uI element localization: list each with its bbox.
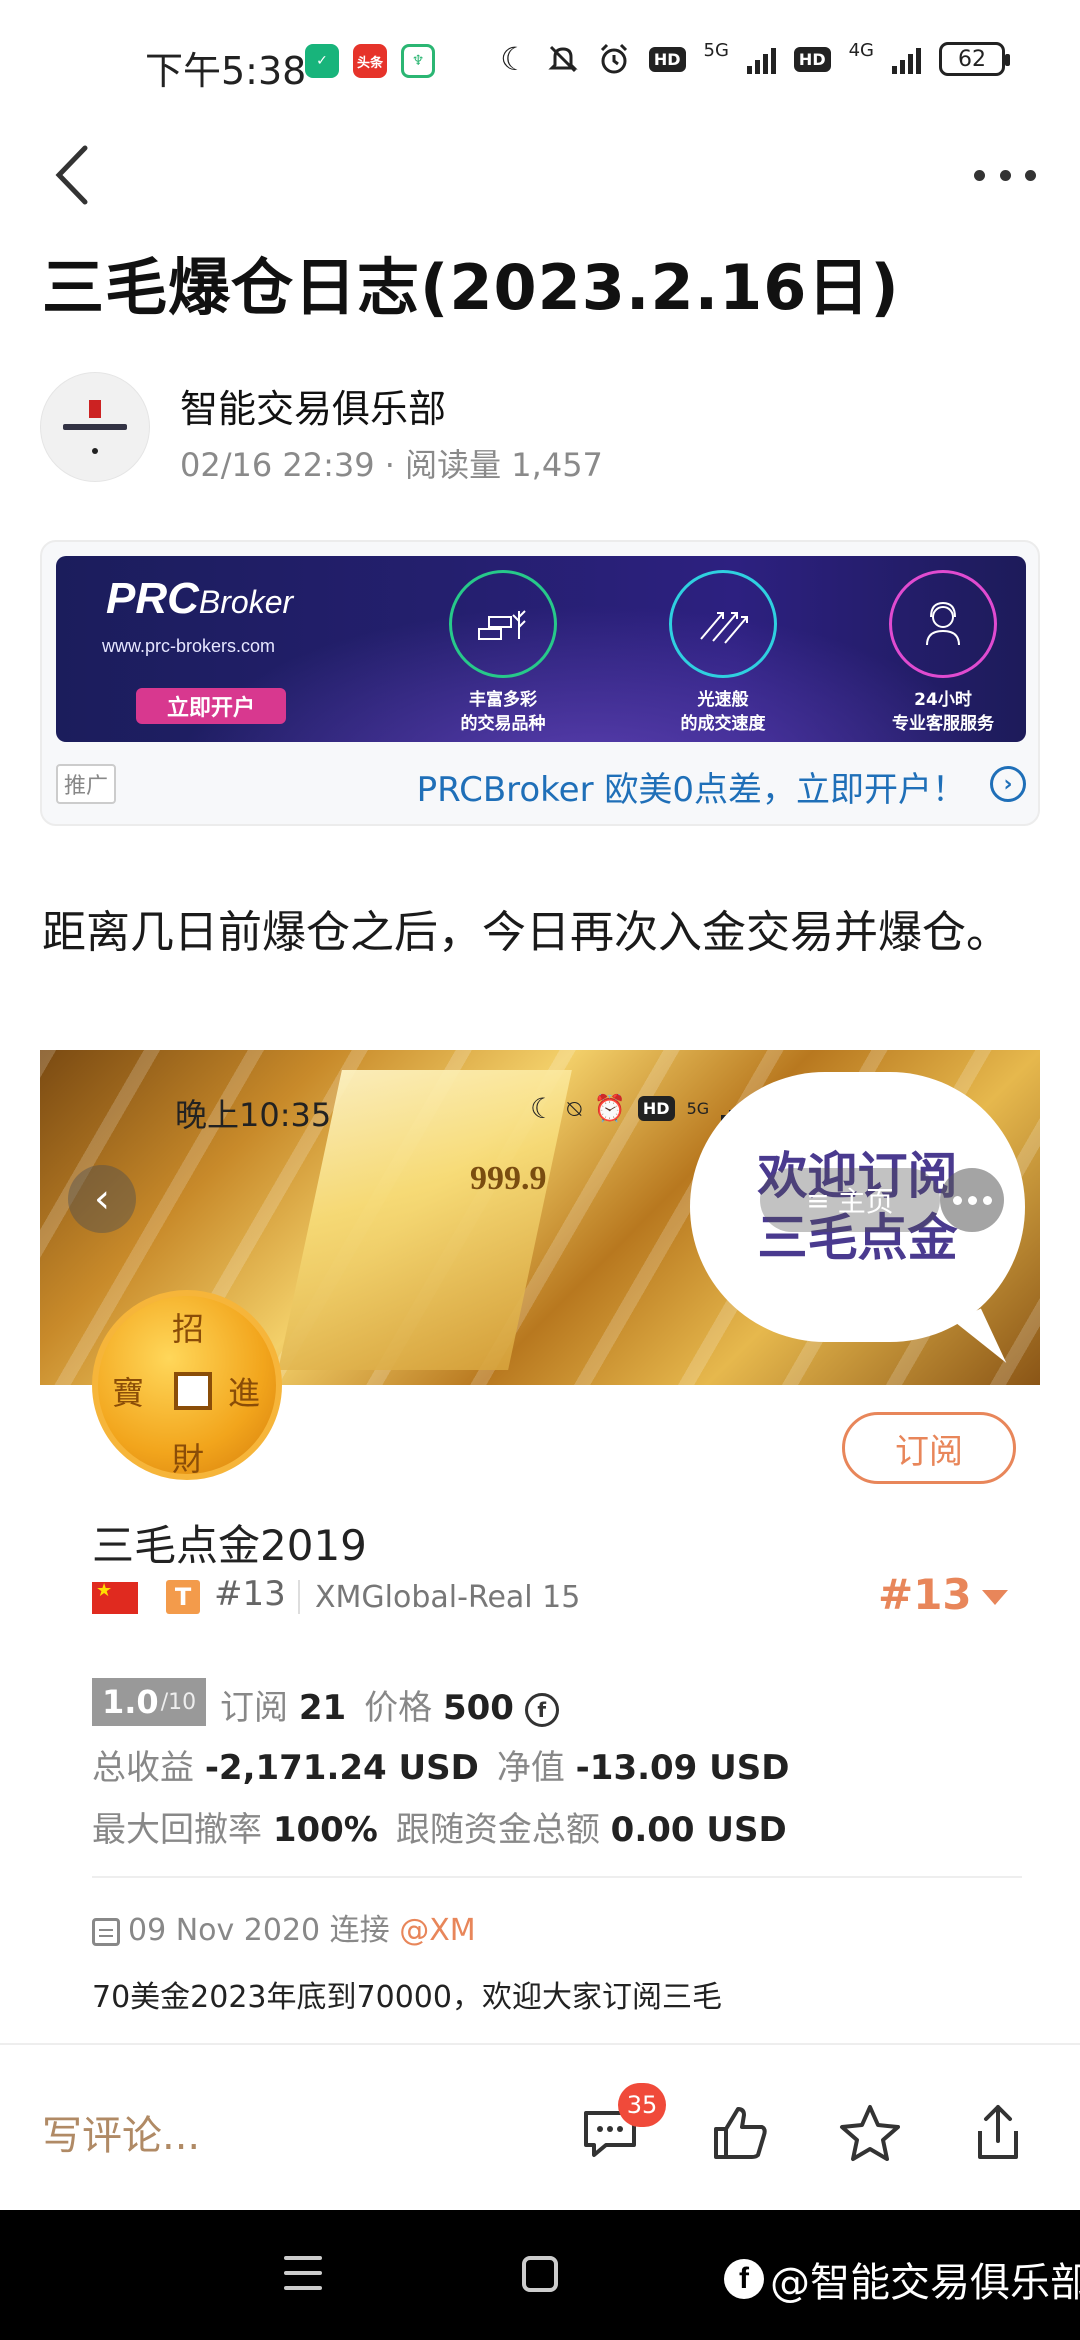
- moon-icon: ☾: [500, 40, 529, 78]
- rank-label: #13: [214, 1574, 286, 1614]
- support-agent-icon: [889, 570, 997, 678]
- back-arrow-icon[interactable]: [45, 140, 105, 210]
- home-pill: ≡ 主页: [760, 1168, 940, 1232]
- recent-apps-icon[interactable]: [284, 2256, 322, 2290]
- net-4g-label: 4G: [848, 40, 874, 61]
- lucky-coin-avatar: 招 進 財 寶: [92, 1290, 282, 1480]
- ad-open-account-button[interactable]: 立即开户: [136, 688, 286, 724]
- rank-dropdown: #13: [878, 1570, 1008, 1619]
- signal-name: 三毛点金2019: [92, 1521, 367, 1570]
- article-title: 三毛爆仓日志(2023.2.16日): [42, 251, 900, 324]
- author-name[interactable]: 智能交易俱乐部: [180, 378, 446, 433]
- more-dots-icon: [940, 1168, 1004, 1232]
- facebook-icon: f: [724, 2259, 764, 2299]
- toutiao-app-icon: 头条: [353, 44, 387, 78]
- moon-icon: ☾: [530, 1092, 556, 1125]
- bell-off-icon: ⍉: [567, 1094, 582, 1123]
- drawdown-row: 最大回撤率 100% 跟随资金总额 0.00 USD: [92, 1810, 787, 1850]
- connected-since: 09 Nov 2020 连接 @XM: [92, 1905, 476, 1949]
- ad-tag: 推广: [56, 764, 117, 804]
- ad-feature-speed: 光速般 的成交速度: [648, 570, 798, 736]
- calendar-icon: [92, 1917, 120, 1946]
- bell-off-icon: [548, 45, 578, 73]
- rating-badge: 1.0/10: [92, 1678, 207, 1726]
- chevron-left-icon: ‹: [68, 1165, 136, 1233]
- net-5g-label: 5G: [703, 40, 729, 61]
- comment-bar: 写评论... 35: [0, 2043, 1080, 2210]
- alarm-icon: ⏰: [593, 1093, 626, 1124]
- battery-icon: 62: [939, 42, 1010, 76]
- ad-feature-products: 丰富多彩 的交易品种: [428, 570, 578, 736]
- star-icon[interactable]: [838, 2101, 902, 2165]
- profit-row: 总收益 -2,171.24 USD 净值 -13.09 USD: [92, 1748, 790, 1788]
- watermark: f @智能交易俱乐部: [724, 2250, 1080, 2308]
- status-time: 下午5:38: [145, 49, 307, 93]
- comment-count-badge: 35: [618, 2083, 666, 2127]
- speed-arrows-icon: [669, 570, 777, 678]
- thumbs-up-icon[interactable]: [708, 2101, 772, 2165]
- chevron-right-icon[interactable]: ›: [990, 766, 1026, 802]
- comment-input[interactable]: 写评论...: [42, 2103, 200, 2161]
- home-icon[interactable]: [522, 2256, 558, 2292]
- ad-brand-logo: PRCBroker: [106, 574, 294, 623]
- top-nav: [0, 120, 1080, 230]
- shield-app-icon: ✓: [305, 44, 339, 78]
- ad-feature-support: 24小时 专业客服服务: [868, 570, 1018, 736]
- ingot-text: 999.9: [470, 1160, 547, 1197]
- ad-card[interactable]: PRCBroker www.prc-brokers.com 立即开户 丰富多彩的…: [40, 540, 1040, 826]
- status-bar: 下午5:38 ✓ 头条 ♆ ☾ HD 5G HD 4G 62: [0, 0, 1080, 120]
- ad-footer[interactable]: 推广 PRCBroker 欧美0点差，立即开户！ ›: [56, 756, 1026, 812]
- ad-url: www.prc-brokers.com: [102, 636, 276, 656]
- hd-badge-2: HD: [793, 46, 831, 72]
- share-icon[interactable]: [966, 2101, 1030, 2165]
- author-avatar[interactable]: [40, 372, 150, 482]
- net-5g-label: 5G: [686, 1099, 710, 1118]
- tier-badge: T: [166, 1580, 200, 1614]
- article-meta: 02/16 22:39 · 阅读量 1,457: [180, 446, 603, 484]
- article-body: 距离几日前爆仓之后，今日再次入金交易并爆仓。: [42, 907, 1010, 958]
- leaf-app-icon: ♆: [401, 44, 435, 78]
- author-row[interactable]: 智能交易俱乐部 02/16 22:39 · 阅读量 1,457: [40, 372, 1040, 487]
- signal-4g-icon: [892, 44, 921, 74]
- battery-level: 62: [958, 46, 986, 72]
- fxcoin-icon: f: [524, 1692, 559, 1727]
- ad-banner[interactable]: PRCBroker www.prc-brokers.com 立即开户 丰富多彩的…: [56, 556, 1026, 742]
- ad-link-text[interactable]: PRCBroker 欧美0点差，立即开户！: [417, 762, 966, 811]
- broker-account: XMGlobal-Real 15: [315, 1580, 581, 1615]
- notification-icons: ✓ 头条 ♆: [305, 44, 435, 78]
- article-image[interactable]: 999.9 晚上10:35 ☾ ⍉ ⏰ HD 5G HD 4G 80 ‹ 欢迎订…: [40, 1050, 1040, 2045]
- signal-description: 70美金2023年底到70000，欢迎大家订阅三毛: [92, 1980, 722, 2015]
- status-indicators: ☾ HD 5G HD 4G 62: [500, 40, 1010, 78]
- alarm-icon: [600, 43, 627, 74]
- more-options-icon[interactable]: [970, 150, 1040, 200]
- hd-badge: HD: [637, 1096, 675, 1121]
- gold-bars-icon: [449, 570, 557, 678]
- china-flag-icon: [92, 1580, 138, 1614]
- subscribe-button: 订阅: [842, 1412, 1016, 1484]
- hd-badge: HD: [648, 46, 686, 72]
- system-nav-bar: f @智能交易俱乐部: [0, 2210, 1080, 2340]
- subs-price-row: 订阅 21 价格 500 f: [220, 1680, 559, 1729]
- embed-status-time: 晚上10:35: [175, 1096, 332, 1134]
- signal-5g-icon: [746, 44, 776, 74]
